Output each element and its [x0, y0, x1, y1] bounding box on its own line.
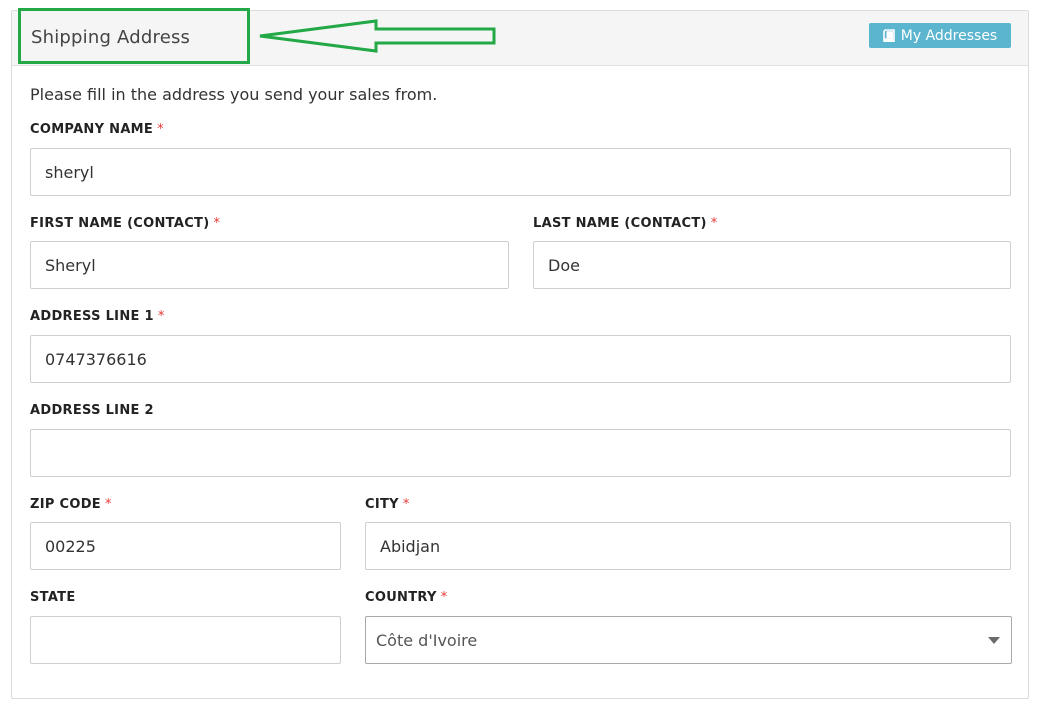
- address-line-2-input[interactable]: [30, 429, 1011, 477]
- highlight-box-annotation: [18, 8, 250, 64]
- city-input[interactable]: Abidjan: [365, 522, 1011, 570]
- required-marker: *: [157, 122, 164, 137]
- required-marker: *: [402, 497, 410, 512]
- company-name-label-text: COMPANY NAME: [30, 122, 154, 137]
- address-line-1-input[interactable]: 0747376616: [30, 335, 1011, 383]
- dropdown-caret-icon: [988, 637, 1000, 644]
- address-line-1-value: 0747376616: [45, 349, 147, 369]
- country-label: COUNTRY *: [365, 590, 448, 605]
- last-name-input[interactable]: Doe: [533, 241, 1011, 289]
- state-label: STATE: [30, 590, 76, 605]
- address-line-2-label: ADDRESS LINE 2: [30, 403, 154, 418]
- company-name-input[interactable]: sheryl: [30, 148, 1011, 196]
- company-name-label: COMPANY NAME *: [30, 122, 164, 137]
- zip-code-input[interactable]: 00225: [30, 522, 341, 570]
- country-label-text: COUNTRY: [365, 590, 437, 605]
- address-line-1-label: ADDRESS LINE 1 *: [30, 309, 165, 324]
- city-label: CITY *: [365, 497, 410, 512]
- last-name-value: Doe: [548, 255, 580, 275]
- required-marker: *: [710, 216, 718, 231]
- my-addresses-button[interactable]: My Addresses: [869, 23, 1011, 48]
- country-select[interactable]: Côte d'Ivoire: [365, 616, 1012, 664]
- state-input[interactable]: [30, 616, 341, 664]
- form-intro: Please fill in the address you send your…: [30, 85, 438, 104]
- zip-code-label-text: ZIP CODE: [30, 497, 101, 512]
- required-marker: *: [157, 309, 165, 324]
- last-name-label-text: LAST NAME (CONTACT): [533, 216, 707, 231]
- state-label-text: STATE: [30, 590, 76, 605]
- first-name-label: FIRST NAME (CONTACT) *: [30, 216, 220, 231]
- first-name-label-text: FIRST NAME (CONTACT): [30, 216, 210, 231]
- city-label-text: CITY: [365, 497, 399, 512]
- address-line-2-label-text: ADDRESS LINE 2: [30, 403, 154, 418]
- city-value: Abidjan: [380, 536, 441, 556]
- first-name-value: Sheryl: [45, 255, 96, 275]
- zip-code-label: ZIP CODE *: [30, 497, 112, 512]
- last-name-label: LAST NAME (CONTACT) *: [533, 216, 718, 231]
- required-marker: *: [104, 497, 112, 512]
- my-addresses-label: My Addresses: [900, 27, 998, 44]
- address-line-1-label-text: ADDRESS LINE 1: [30, 309, 154, 324]
- company-name-value: sheryl: [45, 162, 94, 182]
- required-marker: *: [440, 590, 448, 605]
- zip-code-value: 00225: [45, 536, 96, 556]
- required-marker: *: [213, 216, 221, 231]
- address-book-icon: [882, 29, 895, 42]
- country-value: Côte d'Ivoire: [376, 630, 478, 650]
- first-name-input[interactable]: Sheryl: [30, 241, 509, 289]
- arrow-annotation: [259, 19, 496, 53]
